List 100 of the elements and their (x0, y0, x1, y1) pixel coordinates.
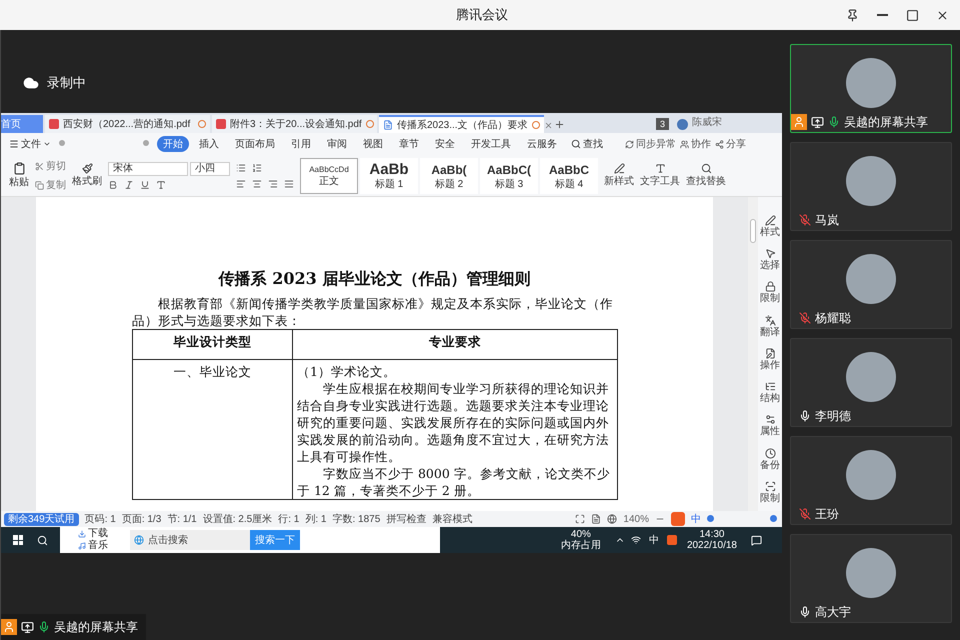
trial-badge[interactable]: 剩余349天试用 (4, 512, 79, 526)
status-field: 设置值: 2.5厘米 (202, 512, 272, 526)
clipboard-icon (12, 162, 26, 174)
mic-icon (38, 621, 50, 633)
search-icon (37, 534, 48, 546)
caret-icon (43, 140, 51, 148)
cloud-icon (23, 74, 39, 90)
ribbon-tab[interactable]: 云服务 (521, 136, 563, 152)
share-button[interactable]: 分享 (715, 136, 746, 152)
avatar-placeholder (846, 450, 896, 500)
bold-icon (108, 180, 118, 190)
ribbon-tab[interactable]: 视图 (357, 136, 389, 152)
font-size-field[interactable]: 小四 (190, 162, 230, 176)
ribbon-tab[interactable]: 审阅 (321, 136, 353, 152)
side-panel-button[interactable]: 备份 (759, 448, 781, 478)
participant-name: 马岚 (815, 212, 839, 229)
pen-icon (614, 162, 624, 174)
copy-button[interactable]: 复制 (35, 178, 66, 192)
sync-icon (625, 140, 634, 148)
spell-check-button[interactable]: 拼写检查 (386, 512, 426, 526)
ribbon-button[interactable]: 查找替换 (686, 162, 726, 188)
font-name-field[interactable]: 宋体 (108, 162, 188, 176)
format-painter-button[interactable]: 格式刷 (72, 162, 102, 188)
style-preset[interactable]: AaBbC 标题 4 (540, 158, 598, 194)
status-field: 行: 1 (278, 512, 300, 526)
find-button[interactable]: 查找 (571, 136, 603, 152)
ribbon-button[interactable]: 文字工具 (640, 162, 680, 188)
status-field: 页面: 1/3 (122, 512, 162, 526)
ribbon-tab[interactable]: 安全 (429, 136, 461, 152)
participant-tile[interactable]: 李明德 (790, 338, 952, 427)
quick-link[interactable]: 音乐 (78, 540, 130, 552)
side-panel-button[interactable]: 属性 (759, 414, 781, 445)
screen-share-icon (811, 116, 824, 128)
participant-name: 吴越的屏幕共享 (844, 114, 928, 131)
close-icon (544, 120, 553, 130)
file-menu[interactable]: 文件 (9, 136, 51, 152)
pointer-icon (764, 248, 776, 260)
participant-tile[interactable]: 马岚 (790, 142, 952, 231)
side-panel-button[interactable]: 样式 (759, 215, 781, 246)
memory-usage: 40% 内存占用 (560, 529, 601, 551)
side-panel-button[interactable]: 限制 (759, 480, 781, 511)
paste-button[interactable]: 粘贴 (9, 162, 29, 190)
music-icon (78, 542, 86, 550)
ribbon-tab[interactable]: 开始 (157, 136, 189, 152)
font-color-icon (156, 180, 166, 190)
wifi-icon (630, 535, 641, 545)
style-preset[interactable]: AaBb( 标题 2 (420, 158, 478, 194)
cut-button[interactable]: 剪切 (35, 158, 66, 174)
account-name: 陈威宋 (692, 116, 722, 130)
ribbon-tab[interactable]: 引用 (285, 136, 317, 152)
ribbon-tab[interactable]: 插入 (193, 136, 225, 152)
ribbon-tab[interactable]: 页面布局 (229, 136, 281, 152)
style-preset[interactable]: AaBb 标题 1 (360, 158, 418, 194)
alert-icon (532, 121, 540, 129)
participant-tile[interactable]: 高大宇 (790, 534, 952, 623)
ribbon-tab[interactable]: 章节 (393, 136, 425, 152)
search-field[interactable]: 点击搜索 (130, 530, 250, 550)
document-paragraph: 根据教育部《新闻传播学类教学质量国家标准》规定及本系实际，毕业论文（作品）形式与选题要求如下表： (132, 295, 614, 329)
alert-icon (198, 120, 206, 128)
style-preset[interactable]: AaBbC( 标题 3 (480, 158, 538, 194)
document-tab[interactable]: 附件3：关于20...设会通知.pdf (212, 115, 377, 133)
participant-tile[interactable]: 吴越的屏幕共享 (790, 44, 952, 133)
search-icon (571, 139, 581, 149)
align-left-icon (236, 178, 246, 188)
ribbon-button[interactable]: 新样式 (604, 162, 634, 188)
side-panel-button[interactable]: 操作 (759, 348, 781, 378)
ribbon-tab[interactable]: 开发工具 (465, 136, 517, 152)
bullet-list-icon (236, 162, 246, 172)
alert-icon (366, 120, 374, 128)
status-field: 列: 1 (305, 512, 326, 526)
side-panel-button[interactable]: 翻译 (759, 314, 781, 345)
search-icon (700, 162, 712, 174)
side-panel-button[interactable]: 选择 (759, 248, 781, 278)
input-language[interactable]: 中 (648, 532, 659, 548)
participant-name: 王玢 (815, 506, 839, 523)
maximize-icon (906, 8, 918, 22)
zoom-level[interactable]: 140% (623, 512, 649, 526)
side-panel-button[interactable]: 限制 (759, 281, 781, 312)
sync-status[interactable]: 同步异常 (625, 136, 676, 152)
quick-link[interactable]: 下载 (78, 528, 130, 540)
document-icon (383, 120, 393, 130)
pdf-icon (216, 119, 226, 129)
document-title: 传播系 2023 届毕业论文（作品）管理细则 (217, 269, 532, 289)
translate-icon (764, 314, 776, 326)
collaborate-button[interactable]: 协作 (680, 136, 711, 152)
fullscreen-icon (575, 514, 586, 524)
clock-icon (764, 448, 776, 459)
participant-tile[interactable]: 王玢 (790, 436, 952, 525)
style-preset[interactable]: AaBbCcDd 正文 (300, 158, 358, 194)
align-right-icon (268, 178, 278, 188)
table-header-cell: 专业要求 (292, 330, 618, 360)
side-panel-button[interactable]: 结构 (759, 381, 781, 412)
participant-name: 高大宇 (815, 604, 851, 621)
start-icon[interactable] (13, 535, 23, 545)
document-tab[interactable]: 西安财（2022...营的通知.pdf (45, 115, 210, 133)
window-count: 3 (656, 118, 669, 130)
clock[interactable]: 14:30 2022/10/18 (686, 529, 737, 551)
minimize-icon (876, 14, 888, 16)
participant-tile[interactable]: 杨耀聪 (790, 240, 952, 329)
maximize-button[interactable] (904, 7, 920, 23)
